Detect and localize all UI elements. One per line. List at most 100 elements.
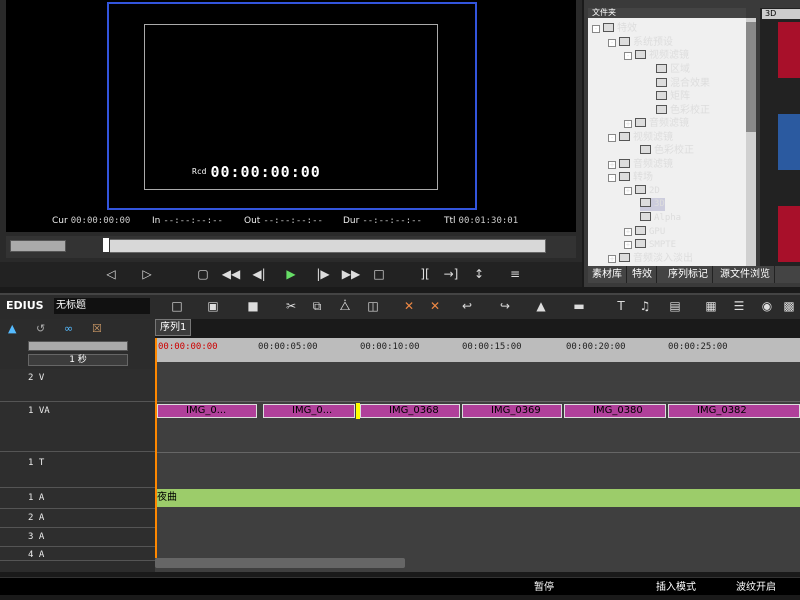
- tree-item-3d[interactable]: 3D: [640, 198, 665, 211]
- project-name: 无标题: [54, 298, 150, 314]
- link-icon[interactable]: ▲: [8, 322, 28, 335]
- insert-button[interactable]: ][: [414, 264, 436, 284]
- delete-icon[interactable]: ✕: [398, 297, 420, 315]
- zoom-slider[interactable]: [28, 341, 128, 351]
- collapse-icon: -: [624, 52, 632, 60]
- waveform-icon[interactable]: ☒: [92, 322, 112, 335]
- folder-icon: [619, 172, 630, 181]
- tree-item-gpu[interactable]: + GPU: [624, 226, 665, 239]
- track-a3: [0, 528, 155, 547]
- tree-item-2d[interactable]: +2D: [624, 185, 660, 198]
- undo-icon[interactable]: ↩: [456, 297, 478, 315]
- redo-icon[interactable]: ↪: [494, 297, 516, 315]
- copy-icon[interactable]: ⧉: [306, 297, 328, 315]
- audio-clip[interactable]: 夜曲: [155, 489, 800, 507]
- tab-sequence1[interactable]: 序列1: [155, 319, 191, 336]
- track-divider: [155, 452, 800, 453]
- effect-thumbnail[interactable]: [778, 114, 800, 170]
- position-track[interactable]: [104, 239, 546, 253]
- bin-icon[interactable]: ▩: [778, 297, 800, 315]
- set-in-button[interactable]: ◁: [100, 264, 122, 284]
- tree-item-blend[interactable]: 混合效果: [656, 77, 710, 90]
- shuttle-slider[interactable]: [10, 240, 66, 252]
- render-icon[interactable]: ▤: [664, 297, 686, 315]
- expand-icon: +: [624, 120, 632, 128]
- sequence-settings-icon[interactable]: ▦: [700, 297, 722, 315]
- tree-item-audio-filters[interactable]: + 音频滤镜: [624, 117, 689, 130]
- track-a4-label: 4 A: [28, 550, 45, 560]
- ripple-delete-icon[interactable]: ✕: [424, 297, 446, 315]
- paste-icon[interactable]: ⧊: [334, 297, 356, 315]
- ttl-label: Ttl: [444, 216, 456, 226]
- tree-item-region[interactable]: 区域: [656, 63, 690, 76]
- expand-icon: +: [608, 161, 616, 169]
- ruler-tick: 00:00:25:00: [668, 342, 728, 352]
- open-project-icon[interactable]: ▣: [202, 297, 224, 315]
- new-sequence-icon[interactable]: □: [166, 297, 188, 315]
- clip-img-0369[interactable]: IMG_0369: [462, 404, 562, 418]
- timeline-scrollbar[interactable]: [155, 558, 405, 568]
- folder-icon: [635, 239, 646, 248]
- zoom-select[interactable]: 1 秒: [28, 354, 128, 366]
- folder-icon: [619, 159, 630, 168]
- save-icon[interactable]: ■: [242, 297, 264, 315]
- sync-icon[interactable]: ↺: [36, 322, 56, 335]
- replace-icon[interactable]: ◫: [362, 297, 384, 315]
- tree-item-effects[interactable]: - 特效: [592, 22, 637, 35]
- status-insert-mode: 插入模式: [656, 582, 696, 593]
- split-button[interactable]: ↕: [468, 264, 490, 284]
- tree-item-system-presets[interactable]: - 系统预设: [608, 36, 673, 49]
- tree-item-audio-filters-2[interactable]: + 音频滤镜: [608, 158, 673, 171]
- position-handle[interactable]: [102, 237, 110, 253]
- overwrite-button[interactable]: →]: [440, 264, 462, 284]
- tree-item-matrix[interactable]: 矩阵: [656, 90, 690, 103]
- tree-item-color-correction-2[interactable]: 色彩校正: [640, 144, 694, 157]
- in-label: In: [152, 216, 161, 226]
- tree-item-video-filters-2[interactable]: - 视频滤镜: [608, 131, 673, 144]
- tree-item-alpha[interactable]: Alpha: [640, 212, 681, 225]
- folder-icon: [635, 50, 646, 59]
- clip-img-0368[interactable]: IMG_0368: [360, 404, 460, 418]
- title-icon[interactable]: T: [610, 297, 632, 315]
- color-bars-icon[interactable]: ◉: [756, 297, 778, 315]
- prev-frame-button[interactable]: ◀|: [248, 264, 270, 284]
- tree-item-audio-fade[interactable]: + 音频淡入淡出: [608, 252, 693, 265]
- snap-icon[interactable]: ∞: [64, 322, 84, 335]
- effect-thumbnail[interactable]: [778, 22, 800, 78]
- folder-icon: [640, 198, 651, 207]
- rewind-button[interactable]: ◀◀: [220, 264, 242, 284]
- folder-icon: [635, 118, 646, 127]
- fast-forward-button[interactable]: ▶▶: [340, 264, 362, 284]
- tree-item-transitions[interactable]: - 转场: [608, 171, 653, 184]
- timeline-tracks[interactable]: [155, 362, 800, 572]
- tab-sequence-markers[interactable]: 序列标记: [664, 266, 713, 283]
- timeline-cursor[interactable]: [155, 338, 157, 558]
- tab-source-browser[interactable]: 源文件浏览: [716, 266, 775, 283]
- cur-timecode: Cur 00:00:00:00: [52, 216, 130, 226]
- group-icon[interactable]: ▬: [568, 297, 590, 315]
- set-out-button[interactable]: ▷: [136, 264, 158, 284]
- stop-button[interactable]: ▢: [192, 264, 214, 284]
- cut-icon[interactable]: ✂: [280, 297, 302, 315]
- track-va1-label: 1 VA: [28, 406, 50, 416]
- effect-thumbnail[interactable]: [778, 206, 800, 262]
- tree-item-smpte[interactable]: + SMPTE: [624, 239, 676, 252]
- tree-item-video-filters[interactable]: - 视频滤镜: [624, 49, 689, 62]
- play-button[interactable]: ▶: [280, 264, 302, 284]
- thumbs-header: 3D: [762, 9, 800, 19]
- clip-img-0380[interactable]: IMG_0380: [564, 404, 666, 418]
- next-frame-button[interactable]: |▶: [312, 264, 334, 284]
- clip-img-0[interactable]: IMG_0...: [157, 404, 257, 418]
- tab-bin[interactable]: 素材库: [588, 266, 627, 283]
- voice-over-icon[interactable]: ♫: [634, 297, 656, 315]
- clip-img-1[interactable]: IMG_0...: [263, 404, 355, 418]
- folder-icon: [619, 132, 630, 141]
- set-marker-icon[interactable]: ▲: [530, 297, 552, 315]
- mixer-icon[interactable]: ☰: [728, 297, 750, 315]
- tree-item-color-correction[interactable]: 色彩校正: [656, 104, 710, 117]
- tree-scroll-thumb[interactable]: [746, 22, 756, 132]
- clip-img-0382[interactable]: IMG_0382: [668, 404, 800, 418]
- loop-button[interactable]: □: [368, 264, 390, 284]
- export-button[interactable]: ≡: [504, 264, 526, 284]
- tab-effects[interactable]: 特效: [628, 266, 657, 283]
